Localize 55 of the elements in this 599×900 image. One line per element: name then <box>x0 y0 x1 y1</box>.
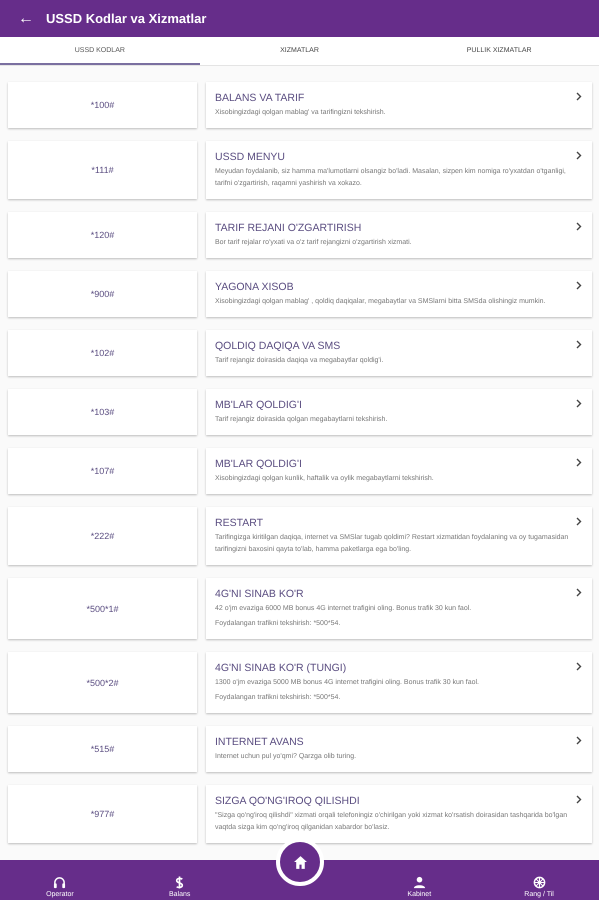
service-title: 4G'NI SINAB KO'R <box>215 588 305 600</box>
chevron-icon <box>576 399 582 408</box>
chevron-icon <box>576 795 582 804</box>
chevron-icon <box>576 222 582 231</box>
ussd-code: *900# <box>90 289 114 299</box>
code-card[interactable]: *103# <box>8 389 197 435</box>
chevron-icon <box>576 151 582 160</box>
ussd-code: *102# <box>90 348 114 358</box>
headphones-icon <box>53 876 66 889</box>
code-card[interactable]: *500*1# <box>8 578 197 639</box>
service-title: INTERNET AVANS <box>215 736 305 748</box>
code-card[interactable]: *100# <box>8 82 197 128</box>
chevron-icon <box>576 340 582 349</box>
ussd-code: *111# <box>91 165 114 175</box>
code-card[interactable]: *500*2# <box>8 652 197 713</box>
service-title: BALANS VA TARIF <box>215 92 306 104</box>
code-card[interactable]: *120# <box>8 212 197 258</box>
service-title: YAGONA XISOB <box>215 281 295 293</box>
code-card[interactable]: *111# <box>8 141 197 199</box>
service-card[interactable] <box>206 785 592 843</box>
ussd-code: *500*1# <box>86 604 119 614</box>
service-title: MB'LAR QOLDIG'I <box>215 399 303 411</box>
wheel-icon <box>532 876 546 889</box>
ussd-code: *103# <box>90 407 114 417</box>
code-card[interactable]: *107# <box>8 448 197 494</box>
code-card[interactable]: *222# <box>8 507 197 565</box>
service-title: 4G'NI SINAB KO'R (TUNGI) <box>215 662 348 674</box>
service-title: TARIF REJANI O'ZGARTIRISH <box>215 222 362 234</box>
code-card[interactable]: *900# <box>8 271 197 317</box>
ussd-code: *500*2# <box>86 678 119 688</box>
service-title: QOLDIQ DAQIQA VA SMS <box>215 340 342 352</box>
service-title: RESTART <box>215 517 264 529</box>
chevron-icon <box>576 458 582 467</box>
chevron-icon <box>576 92 582 101</box>
home-icon <box>292 854 308 870</box>
service-title: MB'LAR QOLDIG'I <box>215 458 303 470</box>
chevron-icon <box>576 736 582 745</box>
chevron-icon <box>576 588 582 597</box>
ussd-code: *107# <box>90 466 114 476</box>
ussd-code: *100# <box>90 100 114 110</box>
code-card[interactable]: *102# <box>8 330 197 376</box>
code-card[interactable]: *977# <box>8 785 197 843</box>
service-title: USSD MENYU <box>215 151 286 163</box>
ussd-code: *222# <box>90 531 114 541</box>
ussd-code: *515# <box>90 744 114 754</box>
ussd-code: *977# <box>90 809 114 819</box>
service-title: SIZGA QO'NG'IROQ QILISHDI <box>215 795 361 807</box>
code-card[interactable]: *515# <box>8 726 197 772</box>
back-button[interactable]: ← <box>14 10 38 28</box>
ussd-code: *120# <box>90 230 114 240</box>
chevron-icon <box>576 662 582 671</box>
screen-title: USSD Kodlar va Xizmatlar <box>46 11 206 26</box>
chevron-icon <box>576 517 582 526</box>
person-icon <box>412 876 426 889</box>
chevron-icon <box>576 281 582 290</box>
